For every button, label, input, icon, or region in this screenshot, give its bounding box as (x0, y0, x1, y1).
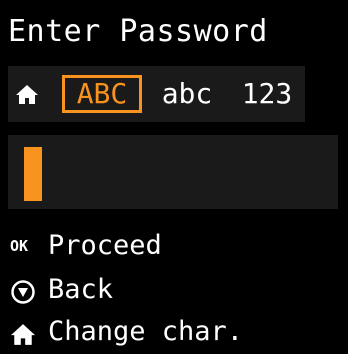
mode-lowercase[interactable]: abc (148, 75, 226, 113)
back-label: Back (48, 274, 114, 305)
change-char-label: Change char. (48, 316, 244, 347)
proceed-option[interactable]: OK Proceed (8, 228, 338, 268)
proceed-label: Proceed (48, 230, 162, 261)
home-icon (11, 324, 35, 345)
text-cursor (24, 147, 42, 201)
home-icon[interactable] (16, 84, 38, 104)
back-option[interactable]: Back (8, 272, 338, 312)
ok-button-icon: OK (10, 237, 29, 255)
mode-numeric[interactable]: 123 (234, 75, 300, 113)
password-field[interactable] (8, 135, 338, 209)
mode-uppercase[interactable]: ABC (62, 75, 142, 113)
page-title: Enter Password (8, 14, 268, 49)
stop-icon (11, 280, 35, 304)
input-mode-bar: ABC abc 123 (8, 66, 305, 122)
lcd-screen: Enter Password ABC abc 123 OK Proceed Ba… (0, 0, 348, 353)
change-char-option[interactable]: Change char. (8, 314, 338, 354)
